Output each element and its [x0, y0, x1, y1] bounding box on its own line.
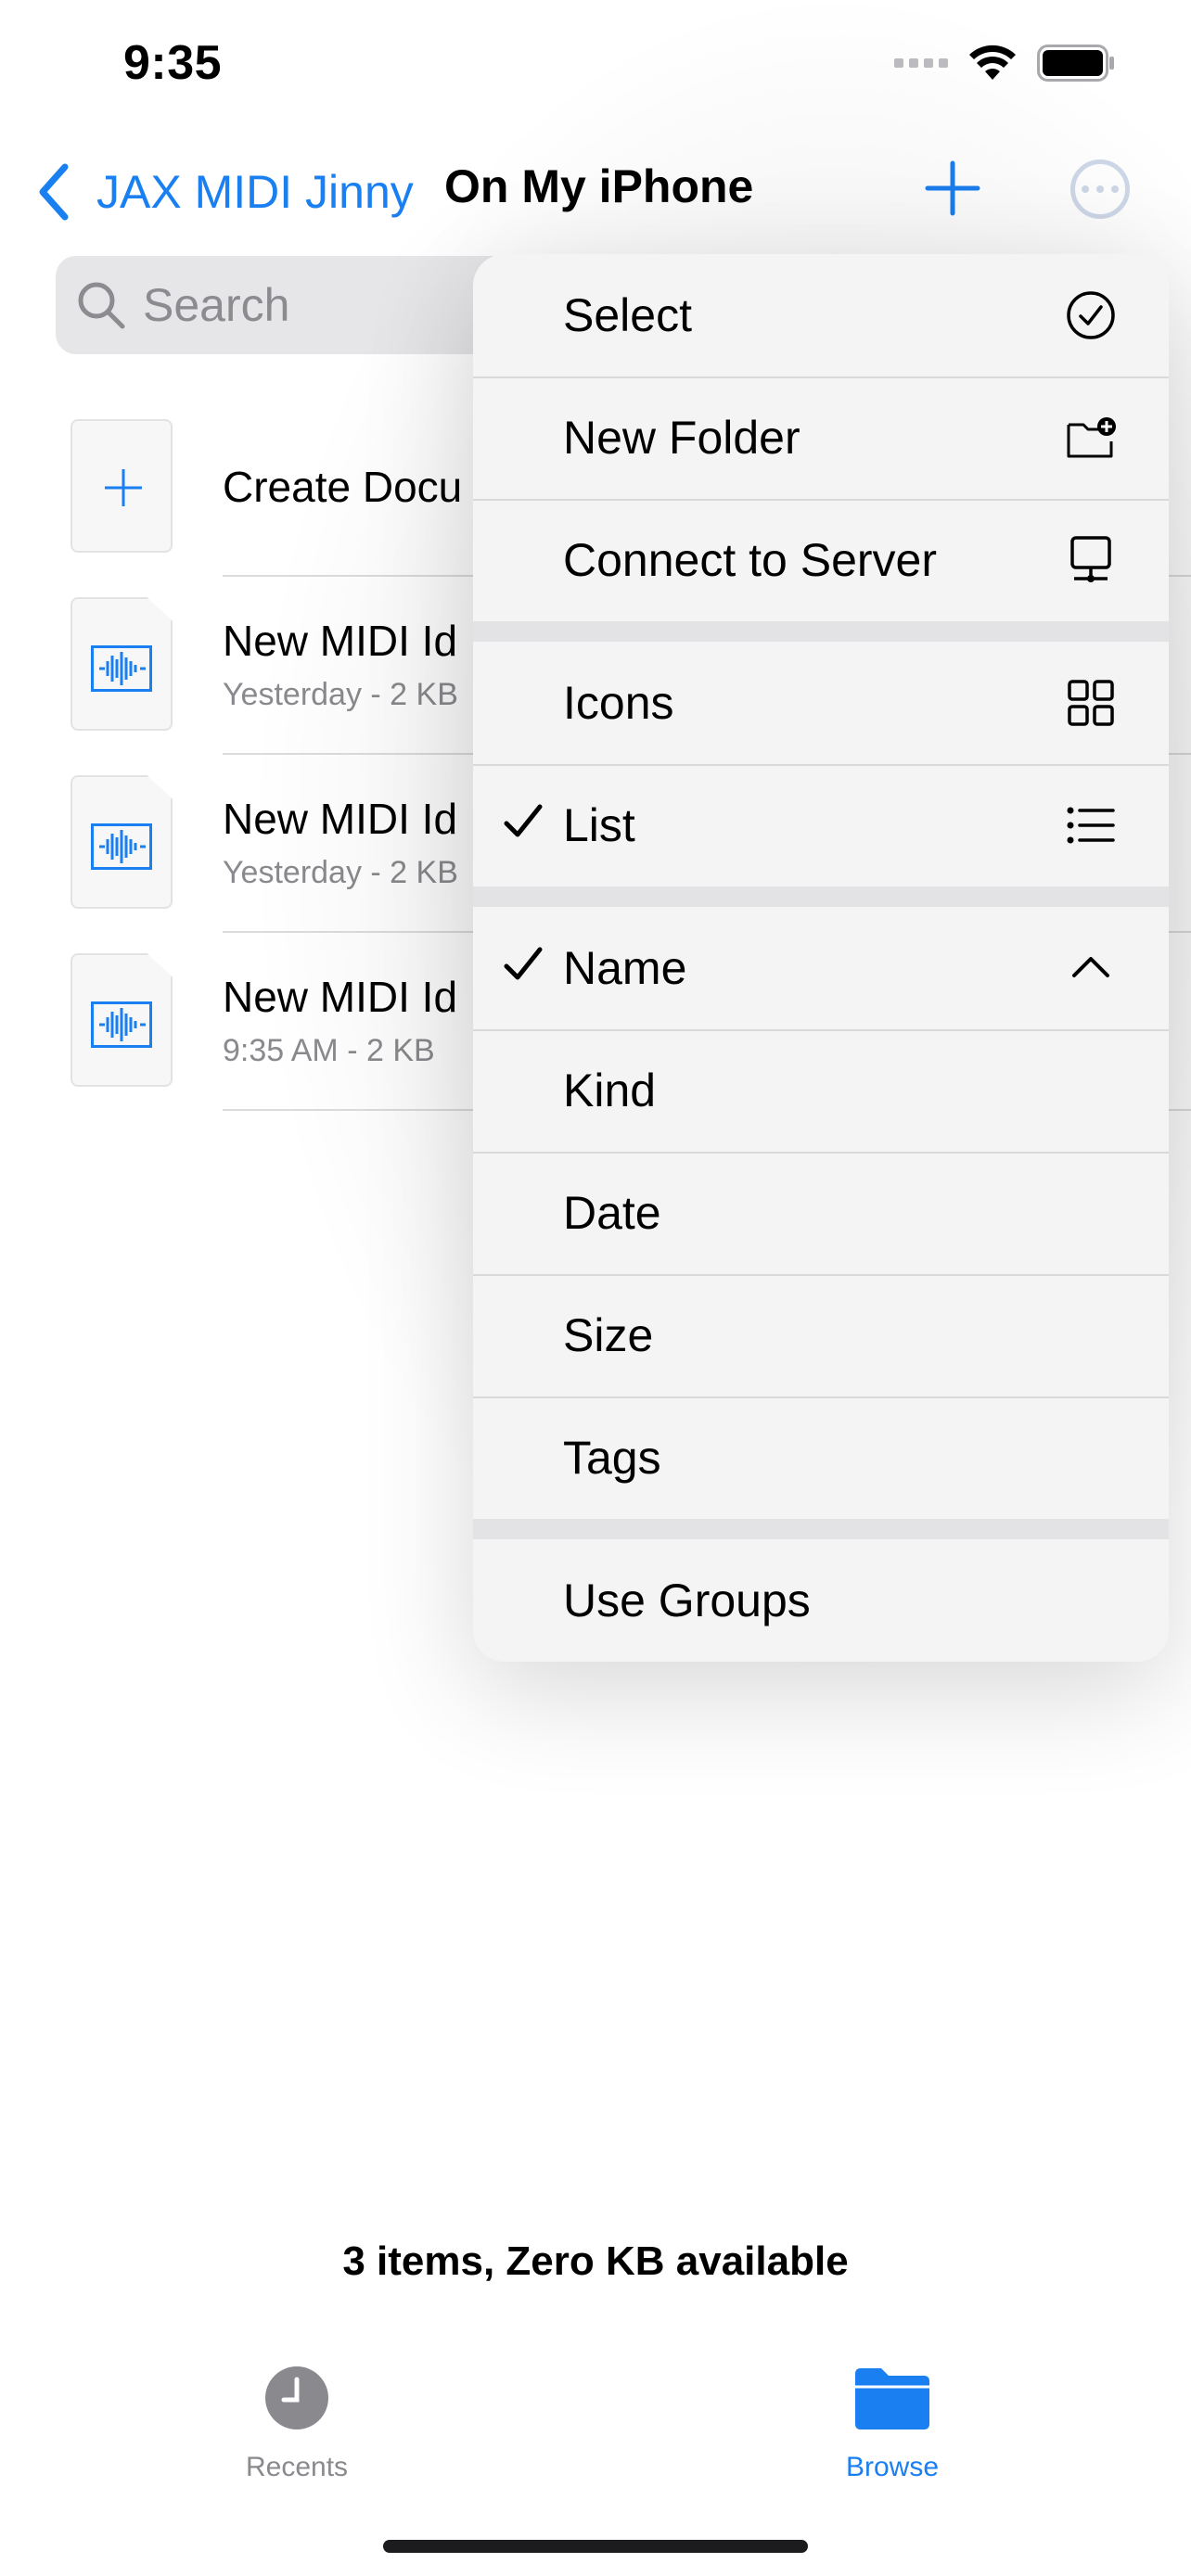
more-dot-icon	[1096, 185, 1104, 193]
menu-item-label: Icons	[563, 677, 674, 729]
menu-item-size[interactable]: Size	[473, 1274, 1169, 1396]
file-title[interactable]: Create Docu	[223, 462, 462, 512]
waveform-icon	[91, 645, 152, 692]
checkmark-circle-icon	[1067, 291, 1115, 339]
menu-item-label: Kind	[563, 1065, 657, 1116]
wifi-icon	[969, 45, 1016, 80]
menu-item-label: Size	[563, 1309, 654, 1361]
tab-label: Browse	[845, 2452, 940, 2482]
file-title[interactable]: New MIDI Id	[223, 972, 457, 1022]
menu-item-label: List	[563, 799, 635, 851]
file-subtitle: Yesterday - 2 KB	[223, 677, 458, 712]
more-options-button[interactable]	[1070, 159, 1130, 219]
battery-icon	[1037, 45, 1114, 82]
chevron-left-icon	[39, 163, 69, 221]
midi-file-icon[interactable]	[70, 597, 173, 731]
midi-file-icon[interactable]	[70, 775, 173, 909]
chevron-up-icon	[1072, 957, 1109, 977]
status-icons	[894, 45, 1115, 82]
menu-item-date[interactable]: Date	[473, 1152, 1169, 1274]
file-title[interactable]: New MIDI Id	[223, 794, 457, 844]
menu-item-label: Select	[563, 289, 692, 341]
home-indicator[interactable]	[383, 2540, 808, 2553]
tab-recents[interactable]: Recents	[204, 2365, 390, 2483]
folder-icon	[855, 2368, 929, 2429]
add-icon[interactable]	[924, 159, 981, 217]
clock-icon	[265, 2366, 328, 2429]
tab-label: Recents	[245, 2452, 349, 2482]
more-dot-icon	[1082, 185, 1089, 193]
menu-item-kind[interactable]: Kind	[473, 1029, 1169, 1152]
menu-item-label: Tags	[563, 1432, 661, 1484]
menu-item-label: Name	[563, 942, 687, 994]
more-dot-icon	[1111, 185, 1119, 193]
menu-item-icons[interactable]: Icons	[473, 642, 1169, 764]
menu-separator	[473, 886, 1169, 907]
waveform-icon	[91, 823, 152, 870]
menu-item-use-groups[interactable]: Use Groups	[473, 1539, 1169, 1662]
midi-file-icon[interactable]	[70, 953, 173, 1087]
menu-item-name[interactable]: Name	[473, 907, 1169, 1029]
menu-separator	[473, 621, 1169, 642]
list-icon	[1067, 807, 1115, 844]
search-icon	[78, 282, 125, 329]
search-placeholder: Search	[143, 279, 290, 331]
file-subtitle: 9:35 AM - 2 KB	[223, 1033, 435, 1068]
storage-summary: 3 items, Zero KB available	[342, 2238, 849, 2284]
menu-item-select[interactable]: Select	[473, 254, 1169, 376]
menu-item-connect-server[interactable]: Connect to Server	[473, 499, 1169, 621]
menu-item-label: Date	[563, 1187, 661, 1239]
menu-item-tags[interactable]: Tags	[473, 1396, 1169, 1519]
menu-item-label: Use Groups	[563, 1575, 811, 1626]
back-label: JAX MIDI Jinny	[96, 166, 414, 218]
waveform-icon	[91, 1001, 152, 1048]
page-title: On My iPhone	[444, 160, 754, 212]
back-button[interactable]: JAX MIDI Jinny	[33, 159, 414, 224]
status-time: 9:35	[123, 36, 223, 90]
menu-item-label: Connect to Server	[563, 534, 937, 586]
folder-plus-icon	[1067, 417, 1116, 458]
checkmark-icon	[504, 804, 543, 837]
cellular-icon	[894, 58, 948, 68]
menu-item-list[interactable]: List	[473, 764, 1169, 886]
context-menu: Select New Folder Connect to Server Icon…	[473, 254, 1169, 1662]
grid-icon	[1068, 680, 1114, 726]
checkmark-icon	[504, 947, 543, 980]
create-document-tile[interactable]	[70, 419, 173, 553]
menu-item-new-folder[interactable]: New Folder	[473, 376, 1169, 499]
desktop-computer-icon	[1070, 536, 1111, 582]
menu-item-label: New Folder	[563, 412, 800, 464]
file-subtitle: Yesterday - 2 KB	[223, 855, 458, 890]
tab-browse[interactable]: Browse	[800, 2365, 985, 2483]
file-title[interactable]: New MIDI Id	[223, 616, 457, 666]
plus-icon	[105, 469, 142, 506]
menu-separator	[473, 1519, 1169, 1539]
